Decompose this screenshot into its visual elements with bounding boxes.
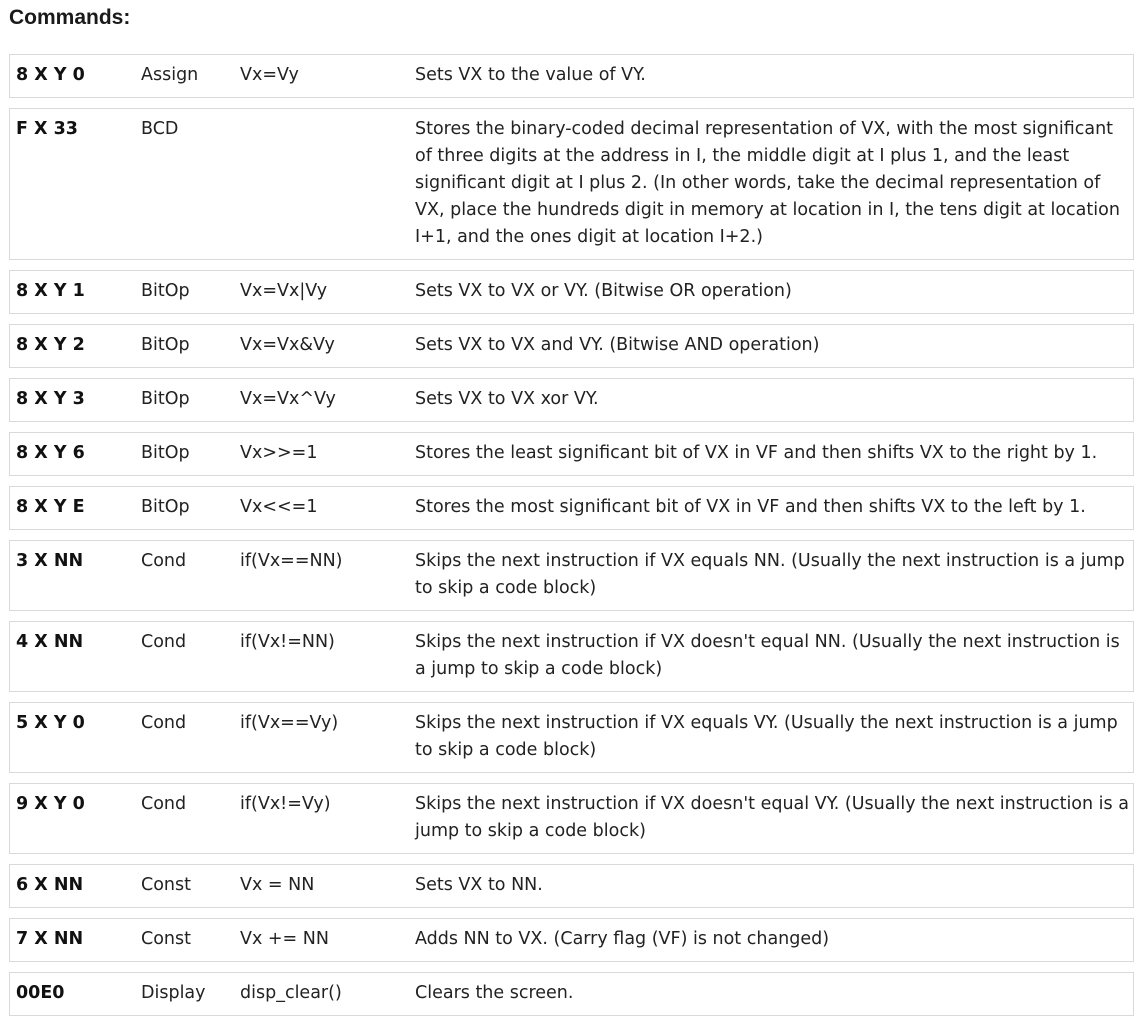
- command-row: 5 X Y 0 Cond if(Vx==Vy) Skips the next inst…: [9, 702, 1134, 773]
- opcode-cell: 00E0: [16, 983, 65, 1003]
- explanation-cell: Skips the next instruction if VX doesn't…: [415, 794, 1129, 841]
- commands-list: 8 X Y 0 Assign Vx=Vy Sets VX to the value o…: [9, 54, 1134, 1026]
- opcode-cell: 7 X NN: [16, 929, 84, 949]
- type-cell: BitOp: [141, 281, 190, 301]
- type-cell: Display: [141, 983, 206, 1003]
- command-row: 00E0 Display disp_clear() Clears the screen…: [9, 972, 1134, 1016]
- pseudo-code-cell: Vx=Vx&Vy: [240, 335, 335, 355]
- type-cell: BCD: [141, 119, 179, 139]
- type-cell: BitOp: [141, 443, 190, 463]
- type-cell: BitOp: [141, 389, 190, 409]
- pseudo-code-cell: Vx=Vx|Vy: [240, 281, 328, 301]
- type-cell: Cond: [141, 713, 187, 733]
- command-row: 8 X Y 6 BitOp Vx>>=1 Stores the least signi…: [9, 432, 1134, 476]
- command-row: 8 X Y 2 BitOp Vx=Vx&Vy Sets VX to VX and VY…: [9, 324, 1134, 368]
- explanation-cell: Skips the next instruction if VX doesn't…: [415, 632, 1120, 679]
- pseudo-code-cell: Vx<<=1: [240, 497, 318, 517]
- explanation-cell: Sets VX to the value of VY.: [415, 65, 646, 85]
- pseudo-code-cell: Vx=Vx^Vy: [240, 389, 336, 409]
- pseudo-code-cell: if(Vx==NN): [240, 551, 343, 571]
- opcode-cell: 8 X Y 6: [16, 443, 85, 463]
- type-cell: Assign: [141, 65, 199, 85]
- command-row: 6 X NN Const Vx = NN Sets VX to NN.: [9, 864, 1134, 908]
- opcode-cell: 8 X Y 1: [16, 281, 85, 301]
- type-cell: Const: [141, 875, 191, 895]
- type-cell: Cond: [141, 632, 187, 652]
- explanation-cell: Stores the least significant bit of VX i…: [415, 443, 1098, 463]
- pseudo-code-cell: Vx>>=1: [240, 443, 318, 463]
- pseudo-code-cell: if(Vx!=Vy): [240, 794, 331, 814]
- opcode-cell: 8 X Y 2: [16, 335, 85, 355]
- opcode-cell: 5 X Y 0: [16, 713, 85, 733]
- command-row: F X 33 BCD Stores the binary-coded decimal…: [9, 108, 1134, 260]
- explanation-cell: Skips the next instruction if VX equals …: [415, 713, 1118, 760]
- command-row: 8 X Y 3 BitOp Vx=Vx^Vy Sets VX to VX xor VY…: [9, 378, 1134, 422]
- command-row: 8 X Y 1 BitOp Vx=Vx|Vy Sets VX to VX or VY.…: [9, 270, 1134, 314]
- opcode-cell: 9 X Y 0: [16, 794, 85, 814]
- explanation-cell: Sets VX to VX or VY. (Bitwise OR operati…: [415, 281, 792, 301]
- pseudo-code-cell: Vx=Vy: [240, 65, 299, 85]
- command-row: 8 X Y E BitOp Vx<<=1 Stores the most signif…: [9, 486, 1134, 530]
- opcode-cell: 6 X NN: [16, 875, 84, 895]
- explanation-cell: Adds NN to VX. (Carry flag (VF) is not c…: [415, 929, 830, 949]
- explanation-cell: Sets VX to VX and VY. (Bitwise AND opera…: [415, 335, 820, 355]
- explanation-cell: Clears the screen.: [415, 983, 574, 1003]
- type-cell: Cond: [141, 551, 187, 571]
- opcode-cell: 8 X Y 3: [16, 389, 85, 409]
- explanation-cell: Stores the binary-coded decimal represen…: [415, 119, 1120, 247]
- pseudo-code-cell: if(Vx==Vy): [240, 713, 339, 733]
- explanation-cell: Sets VX to NN.: [415, 875, 543, 895]
- page-title: Commands:: [9, 6, 131, 29]
- type-cell: Const: [141, 929, 191, 949]
- opcode-cell: 4 X NN: [16, 632, 84, 652]
- type-cell: BitOp: [141, 497, 190, 517]
- opcode-cell: 8 X Y 0: [16, 65, 85, 85]
- opcode-cell: F X 33: [16, 119, 78, 139]
- explanation-cell: Sets VX to VX xor VY.: [415, 389, 599, 409]
- command-row: 7 X NN Const Vx += NN Adds NN to VX. (Carry…: [9, 918, 1134, 962]
- command-row: 8 X Y 0 Assign Vx=Vy Sets VX to the value o…: [9, 54, 1134, 98]
- command-row: 3 X NN Cond if(Vx==NN) Skips the next instr…: [9, 540, 1134, 611]
- opcode-cell: 8 X Y E: [16, 497, 85, 517]
- command-row: 9 X Y 0 Cond if(Vx!=Vy) Skips the next inst…: [9, 783, 1134, 854]
- opcode-cell: 3 X NN: [16, 551, 84, 571]
- command-row: 4 X NN Cond if(Vx!=NN) Skips the next instr…: [9, 621, 1134, 692]
- explanation-cell: Stores the most significant bit of VX in…: [415, 497, 1086, 517]
- pseudo-code-cell: Vx += NN: [240, 929, 329, 949]
- type-cell: Cond: [141, 794, 187, 814]
- pseudo-code-cell: Vx = NN: [240, 875, 315, 895]
- pseudo-code-cell: disp_clear(): [240, 983, 342, 1003]
- explanation-cell: Skips the next instruction if VX equals …: [415, 551, 1125, 598]
- pseudo-code-cell: if(Vx!=NN): [240, 632, 335, 652]
- type-cell: BitOp: [141, 335, 190, 355]
